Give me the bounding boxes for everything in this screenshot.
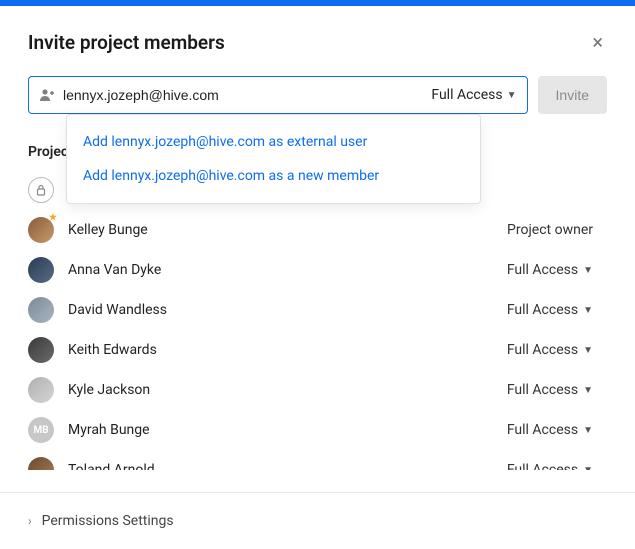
dialog-title: Invite project members	[28, 31, 225, 54]
caret-down-icon: ▼	[583, 345, 593, 356]
avatar	[28, 457, 54, 470]
email-input-wrap[interactable]: Full Access ▼	[28, 76, 528, 114]
member-row: Kelley BungeProject owner	[28, 210, 607, 250]
avatar	[28, 177, 54, 203]
member-row: Toland ArnoldFull Access ▼	[28, 450, 607, 470]
members-list[interactable]: Kelley BungeProject ownerAnna Van DykeFu…	[28, 170, 607, 470]
permissions-label: Permissions Settings	[42, 513, 174, 529]
member-row: Kyle JacksonFull Access ▼	[28, 370, 607, 410]
member-access-label: Full Access	[507, 462, 578, 470]
invite-row: Full Access ▼ Invite Add lennyx.jozeph@h…	[28, 76, 607, 114]
autocomplete-item-external[interactable]: Add lennyx.jozeph@hive.com as external u…	[67, 125, 480, 159]
member-access-label: Full Access	[507, 342, 578, 358]
member-row: David WandlessFull Access ▼	[28, 290, 607, 330]
autocomplete-item-new-member[interactable]: Add lennyx.jozeph@hive.com as a new memb…	[67, 159, 480, 193]
caret-down-icon: ▼	[583, 465, 593, 471]
add-person-icon	[39, 88, 55, 102]
caret-down-icon: ▼	[583, 265, 593, 276]
member-name: Keith Edwards	[68, 342, 507, 358]
caret-down-icon: ▼	[583, 305, 593, 316]
member-access-dropdown[interactable]: Full Access ▼	[507, 422, 593, 438]
member-name: Myrah Bunge	[68, 422, 507, 438]
invite-button[interactable]: Invite	[538, 76, 607, 114]
caret-down-icon: ▼	[583, 385, 593, 396]
invite-access-dropdown[interactable]: Full Access ▼	[431, 87, 516, 103]
member-name: Toland Arnold	[68, 462, 507, 470]
member-role-label: Project owner	[507, 222, 593, 238]
chevron-right-icon: ›	[28, 514, 32, 528]
avatar	[28, 377, 54, 403]
member-access-dropdown[interactable]: Full Access ▼	[507, 302, 593, 318]
avatar	[28, 297, 54, 323]
avatar: MB	[28, 417, 54, 443]
member-access-dropdown[interactable]: Full Access ▼	[507, 462, 593, 470]
permissions-footer[interactable]: › Permissions Settings	[0, 492, 635, 549]
email-field[interactable]	[63, 87, 431, 103]
member-access-label: Project owner	[507, 222, 593, 238]
caret-down-icon: ▼	[583, 425, 593, 436]
dialog-header: Invite project members ×	[28, 28, 607, 56]
member-access-label: Full Access	[507, 422, 578, 438]
member-row: Anna Van DykeFull Access ▼	[28, 250, 607, 290]
avatar	[28, 337, 54, 363]
member-access-dropdown[interactable]: Full Access ▼	[507, 342, 593, 358]
member-access-label: Full Access	[507, 302, 578, 318]
caret-down-icon: ▼	[507, 90, 517, 101]
avatar	[28, 257, 54, 283]
member-access-dropdown[interactable]: Full Access ▼	[507, 262, 593, 278]
lock-icon	[35, 184, 47, 196]
autocomplete-dropdown: Add lennyx.jozeph@hive.com as external u…	[66, 114, 481, 204]
invite-access-label: Full Access	[431, 87, 502, 103]
close-icon: ×	[592, 30, 603, 54]
member-name: David Wandless	[68, 302, 507, 318]
member-access-dropdown[interactable]: Full Access ▼	[507, 382, 593, 398]
member-row: Keith EdwardsFull Access ▼	[28, 330, 607, 370]
avatar	[28, 217, 54, 243]
invite-dialog: Invite project members × Full Access ▼ I…	[0, 6, 635, 470]
member-name: Kelley Bunge	[68, 222, 507, 238]
close-button[interactable]: ×	[588, 28, 607, 56]
member-access-label: Full Access	[507, 382, 578, 398]
member-name: Kyle Jackson	[68, 382, 507, 398]
member-name: Anna Van Dyke	[68, 262, 507, 278]
member-row: MB Myrah BungeFull Access ▼	[28, 410, 607, 450]
member-access-label: Full Access	[507, 262, 578, 278]
